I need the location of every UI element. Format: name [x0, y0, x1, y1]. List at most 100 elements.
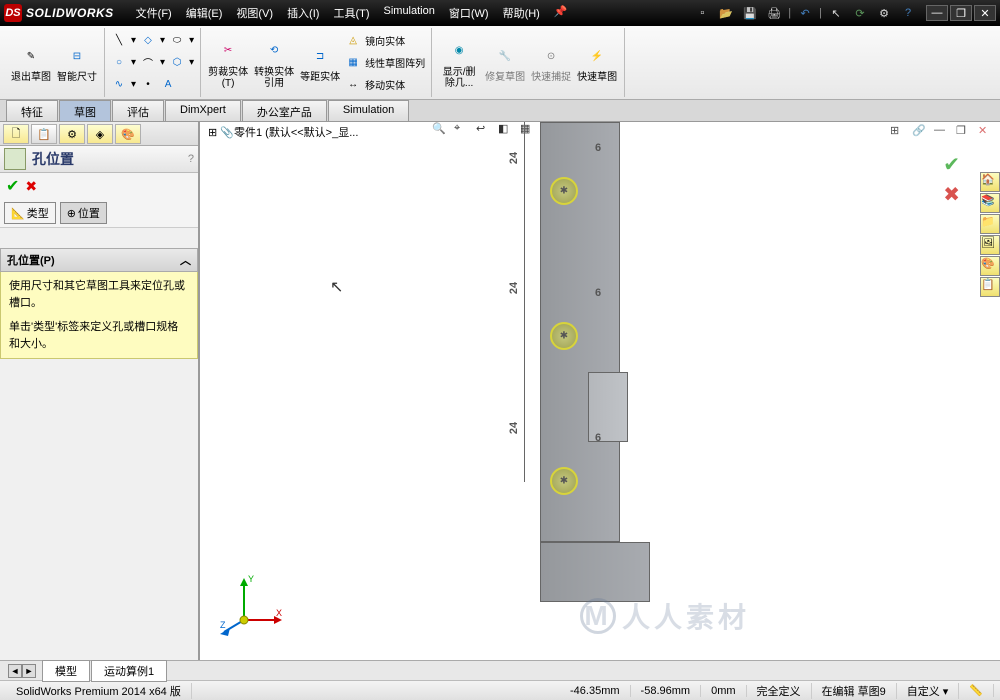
- zoom-fit-icon[interactable]: 🔍: [432, 122, 450, 140]
- pm-title: 孔位置: [32, 149, 188, 169]
- vp-close-icon[interactable]: ✕: [978, 124, 994, 140]
- manager-tabs: 🗋 📋 ⚙ ◈ 🎨: [0, 122, 198, 146]
- minimize-icon[interactable]: —: [926, 5, 948, 21]
- vp-max-icon[interactable]: ❐: [956, 124, 972, 140]
- showhide-button[interactable]: ◉显示/删除几...: [438, 30, 480, 96]
- graphics-viewport[interactable]: ⊞ 📎 零件1 (默认<<默认>_显... 🔍 ⌖ ↩ ◧ ▦ ◻ 👁 🎨 ⛰ …: [200, 122, 1000, 660]
- status-custom[interactable]: 自定义 ▾: [897, 683, 960, 699]
- spline-icon: ∿: [111, 77, 127, 93]
- maximize-icon[interactable]: ❐: [950, 5, 972, 21]
- menu-edit[interactable]: 编辑(E): [180, 3, 229, 23]
- confirm-corner-cancel[interactable]: ✖: [943, 182, 960, 207]
- undo-icon[interactable]: ↶: [795, 3, 815, 23]
- repair-button[interactable]: 🔧修复草图: [484, 30, 526, 96]
- display-manager-tab[interactable]: 🎨: [115, 124, 141, 144]
- taskpane-file-explorer[interactable]: 📁: [980, 214, 1000, 234]
- snap-button[interactable]: ⊙快速捕捉: [530, 30, 572, 96]
- dim-v2[interactable]: 24: [508, 282, 520, 294]
- menu-view[interactable]: 视图(V): [230, 3, 279, 23]
- select-icon[interactable]: ↖: [826, 3, 846, 23]
- flyout-tree[interactable]: ⊞ 📎 零件1 (默认<<默认>_显...: [208, 124, 358, 140]
- confirm-corner-ok[interactable]: ✔: [943, 152, 960, 177]
- tab-features[interactable]: 特征: [6, 100, 58, 121]
- save-icon[interactable]: 💾: [740, 3, 760, 23]
- rebuild-icon[interactable]: ⟳: [850, 3, 870, 23]
- taskpane-appearances[interactable]: 🎨: [980, 256, 1000, 276]
- rapid-button[interactable]: ⚡快速草图: [576, 30, 618, 96]
- mirror-icon: ◬: [345, 33, 361, 49]
- dim-h3[interactable]: 6: [595, 432, 601, 444]
- subtab-type[interactable]: 📐类型: [4, 202, 56, 224]
- subtab-position[interactable]: ⊕位置: [60, 202, 107, 224]
- prev-view-icon[interactable]: ↩: [476, 122, 494, 140]
- convert-button[interactable]: ⟲转换实体引用: [253, 30, 295, 96]
- new-icon[interactable]: ▫: [692, 3, 712, 23]
- ok-button[interactable]: ✔: [6, 176, 19, 196]
- pm-help-icon[interactable]: ?: [188, 153, 194, 165]
- cancel-button[interactable]: ✖: [25, 178, 37, 195]
- repair-icon: 🔧: [491, 42, 519, 70]
- smart-dim-button[interactable]: ⊟智能尺寸: [56, 30, 98, 96]
- help-icon[interactable]: ?: [898, 3, 918, 23]
- dim-h2[interactable]: 6: [595, 287, 601, 299]
- trim-button[interactable]: ✂剪裁实体(T): [207, 30, 249, 96]
- tab-office[interactable]: 办公室产品: [242, 100, 327, 121]
- hole-2[interactable]: [550, 322, 578, 350]
- title-bar: DS SOLIDWORKS 文件(F) 编辑(E) 视图(V) 插入(I) 工具…: [0, 0, 1000, 26]
- pm-section-header[interactable]: 孔位置(P)︿: [0, 248, 198, 272]
- tab-sketch[interactable]: 草图: [59, 100, 111, 121]
- dim-v1[interactable]: 24: [508, 152, 520, 164]
- vp-tile-icon[interactable]: ⊞: [890, 124, 906, 140]
- menu-tools[interactable]: 工具(T): [327, 3, 375, 23]
- rapid-icon: ⚡: [583, 42, 611, 70]
- move-button[interactable]: ↔移动实体: [345, 75, 425, 95]
- circle-tool[interactable]: ○▾ ⌒▾ ⬡▾: [111, 53, 194, 73]
- feature-manager-tab[interactable]: 🗋: [3, 124, 29, 144]
- scroll-left-icon[interactable]: ◄: [8, 664, 22, 678]
- print-icon[interactable]: 🖨: [764, 3, 784, 23]
- dim-v3[interactable]: 24: [508, 422, 520, 434]
- taskpane-custom-props[interactable]: 📋: [980, 277, 1000, 297]
- offset-button[interactable]: ⊐等距实体: [299, 30, 341, 96]
- line-tool[interactable]: ╲▾ ◇▾ ⬭▾: [111, 31, 194, 51]
- menu-help[interactable]: 帮助(H): [497, 3, 546, 23]
- menu-simulation[interactable]: Simulation: [378, 3, 441, 23]
- config-manager-tab[interactable]: ⚙: [59, 124, 85, 144]
- exit-sketch-button[interactable]: ✎退出草图: [10, 30, 52, 96]
- status-editing: 在编辑 草图9: [812, 683, 897, 699]
- status-units-icon[interactable]: 📏: [959, 684, 994, 697]
- menu-insert[interactable]: 插入(I): [281, 3, 325, 23]
- menu-window[interactable]: 窗口(W): [443, 3, 495, 23]
- dim-h1[interactable]: 6: [595, 142, 601, 154]
- tab-dimxpert[interactable]: DimXpert: [165, 100, 241, 121]
- zoom-area-icon[interactable]: ⌖: [454, 122, 472, 140]
- orientation-triad[interactable]: Y X Z: [216, 570, 286, 640]
- menu-file[interactable]: 文件(F): [130, 3, 178, 23]
- exit-sketch-icon: ✎: [17, 42, 45, 70]
- taskpane-resources[interactable]: 🏠: [980, 172, 1000, 192]
- tab-motion-study[interactable]: 运动算例1: [91, 660, 167, 682]
- tab-evaluate[interactable]: 评估: [112, 100, 164, 121]
- taskpane-view-palette[interactable]: 🖼: [980, 235, 1000, 255]
- slot-icon: ⬭: [169, 33, 185, 49]
- pattern-button[interactable]: ▦线性草图阵列: [345, 53, 425, 73]
- hole-3[interactable]: [550, 467, 578, 495]
- spline-tool[interactable]: ∿▾ • A: [111, 75, 194, 95]
- menu-pin-icon[interactable]: 📌: [548, 3, 574, 23]
- taskpane-design-lib[interactable]: 📚: [980, 193, 1000, 213]
- vp-min-icon[interactable]: —: [934, 124, 950, 140]
- tab-simulation[interactable]: Simulation: [328, 100, 409, 121]
- hole-1[interactable]: [550, 177, 578, 205]
- scroll-right-icon[interactable]: ►: [22, 664, 36, 678]
- open-icon[interactable]: 📂: [716, 3, 736, 23]
- tab-model[interactable]: 模型: [42, 660, 90, 682]
- pm-header: 孔位置 ?: [0, 146, 198, 173]
- mirror-button[interactable]: ◬镜向实体: [345, 31, 425, 51]
- dimension-icon: ⊟: [63, 42, 91, 70]
- app-logo: DS: [4, 4, 22, 22]
- options-icon[interactable]: ⚙: [874, 3, 894, 23]
- dimxpert-manager-tab[interactable]: ◈: [87, 124, 113, 144]
- vp-link-icon[interactable]: 🔗: [912, 124, 928, 140]
- property-manager-tab[interactable]: 📋: [31, 124, 57, 144]
- close-icon[interactable]: ✕: [974, 5, 996, 21]
